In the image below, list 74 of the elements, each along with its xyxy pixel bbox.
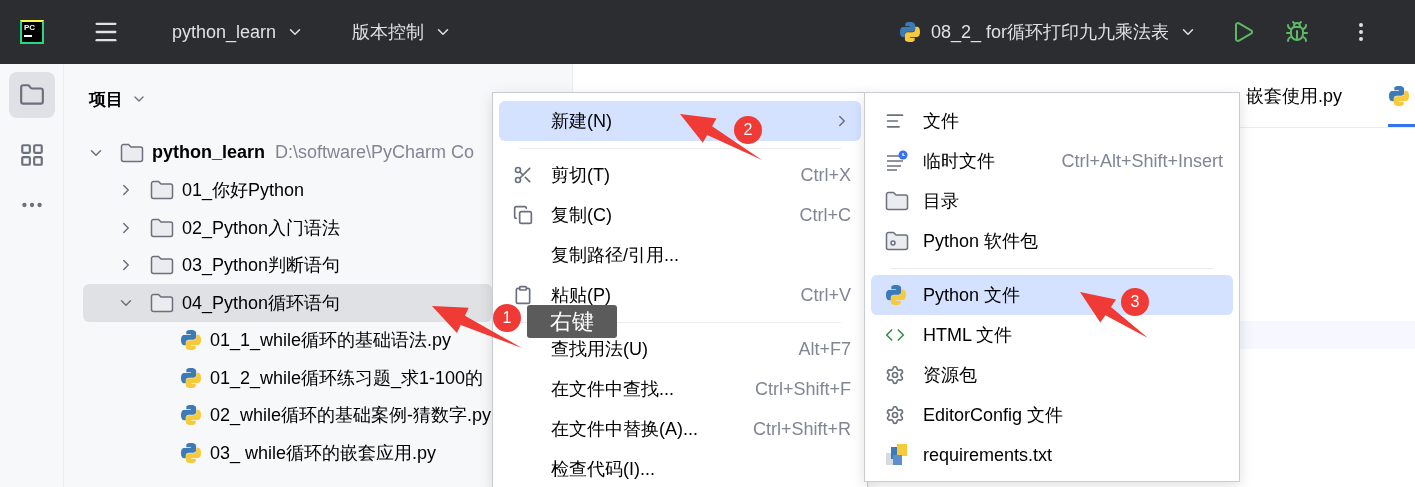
shortcut-label: Alt+F7 <box>798 338 851 360</box>
panel-title[interactable]: 项目 <box>89 87 147 111</box>
gear-icon <box>885 365 905 385</box>
shortcut-label: Ctrl+Shift+F <box>754 378 851 400</box>
tree-item[interactable]: python_learn D:\software\PyCharm Co <box>83 134 492 172</box>
tree-item-label: 02_Python入门语法 <box>182 216 341 240</box>
project-tool-button[interactable] <box>8 72 55 118</box>
scissors-icon <box>513 165 533 185</box>
menu-item[interactable]: EditorConfig 文件 <box>871 395 1233 435</box>
tooltip: 右键 <box>527 305 617 338</box>
folder-icon <box>150 292 174 313</box>
tree-item-label: 04_Python循环语句 <box>182 291 341 315</box>
editor-tab[interactable]: 嵌套使用.py <box>1246 64 1342 127</box>
folder-icon <box>18 82 45 108</box>
menu-item[interactable]: 文件 <box>871 101 1233 141</box>
python-icon <box>180 329 202 352</box>
run-config-dropdown[interactable]: 08_2_ for循环打印九九乘法表 <box>898 20 1197 44</box>
python-icon <box>180 404 202 427</box>
vcs-dropdown[interactable]: 版本控制 <box>352 20 453 44</box>
debug-icon[interactable] <box>1285 20 1309 44</box>
python-icon <box>180 366 202 389</box>
tree-item-label: 01_2_while循环练习题_求1-100的 <box>210 366 484 390</box>
shortcut-label: Ctrl+V <box>800 284 851 306</box>
annotation-arrow <box>1080 292 1148 338</box>
menu-item[interactable]: 临时文件 Ctrl+Alt+Shift+Insert <box>871 141 1233 181</box>
folder-icon <box>120 142 144 163</box>
scratch-file-icon <box>885 150 909 172</box>
shortcut-label: Ctrl+C <box>799 204 851 226</box>
python-icon <box>898 21 921 43</box>
menu-item[interactable]: 目录 <box>871 181 1233 221</box>
menu-item[interactable]: 在文件中查找... Ctrl+Shift+F <box>499 369 861 409</box>
tree-item-label: 03_Python判断语句 <box>182 254 341 278</box>
menu-item[interactable]: 复制(C) Ctrl+C <box>499 195 861 235</box>
package-folder-icon <box>885 231 909 251</box>
requirements-file-icon <box>885 443 909 467</box>
project-dropdown[interactable]: python_learn <box>172 21 305 43</box>
menu-item[interactable]: 剪切(T) Ctrl+X <box>499 155 861 195</box>
tree-item[interactable]: 03_Python判断语句 <box>83 246 492 284</box>
folder-icon <box>885 191 909 211</box>
menu-item[interactable]: 资源包 <box>871 355 1233 395</box>
menu-item[interactable]: requirements.txt <box>871 435 1233 475</box>
menu-item[interactable]: HTML 文件 <box>871 315 1233 355</box>
menu-item[interactable]: 检查代码(I)... <box>499 449 861 487</box>
menu-item[interactable]: 在文件中替换(A)... Ctrl+Shift+R <box>499 409 861 449</box>
folder-icon <box>150 255 174 276</box>
menu-item[interactable]: 复制路径/引用... <box>499 235 861 275</box>
tree-item[interactable]: 02_while循环的基础案例-猜数字.py <box>83 396 492 434</box>
tree-item-label: python_learn <box>152 142 266 164</box>
folder-icon <box>150 217 174 238</box>
tree-item[interactable]: 01_你好Python <box>83 171 492 209</box>
grid-icon <box>18 142 45 168</box>
tree-item[interactable]: 03_ while循环的嵌套应用.py <box>83 434 492 472</box>
gear-icon <box>885 405 905 425</box>
python-icon <box>180 441 202 464</box>
tree-item-label: 03_ while循环的嵌套应用.py <box>210 441 437 465</box>
project-path: D:\software\PyCharm Co <box>275 142 475 164</box>
tree-item[interactable]: 02_Python入门语法 <box>83 209 492 247</box>
copy-icon <box>513 205 533 225</box>
menu-item[interactable]: Python 软件包 <box>871 221 1233 261</box>
folder-icon <box>150 180 174 201</box>
tree-item-label: 02_while循环的基础案例-猜数字.py <box>210 404 492 428</box>
tree-item-label: 01_你好Python <box>182 179 305 203</box>
app-logo[interactable]: PC <box>20 20 44 44</box>
python-icon <box>885 284 907 306</box>
text-file-icon <box>885 111 905 131</box>
clipboard-icon <box>513 285 533 305</box>
shortcut-label: Ctrl+Alt+Shift+Insert <box>1061 150 1223 172</box>
shortcut-label: Ctrl+Shift+R <box>752 418 851 440</box>
tree-item[interactable]: 01_1_while循环的基础语法.py <box>83 321 492 359</box>
python-icon <box>1388 84 1410 107</box>
tree-item-label: 01_1_while循环的基础语法.py <box>210 329 452 353</box>
tree-item[interactable]: 01_2_while循环练习题_求1-100的 <box>83 359 492 397</box>
shortcut-label: Ctrl+X <box>800 164 851 186</box>
tree-item[interactable]: 04_Python循环语句 <box>83 284 492 322</box>
